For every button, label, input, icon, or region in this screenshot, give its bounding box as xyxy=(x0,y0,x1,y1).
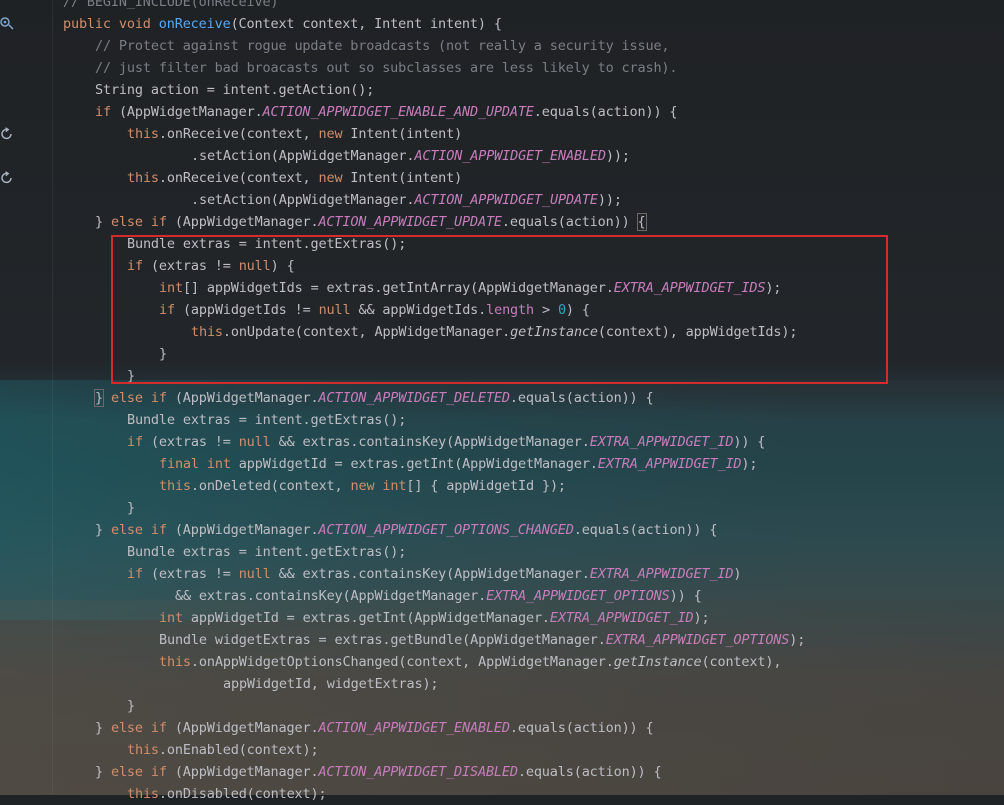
code-line[interactable]: if (AppWidgetManager.ACTION_APPWIDGET_EN… xyxy=(0,101,1004,123)
code-text: if (extras != null && extras.containsKey… xyxy=(127,434,766,450)
code-line[interactable]: && extras.containsKey(AppWidgetManager.E… xyxy=(0,585,1004,607)
code-text: this.onAppWidgetOptionsChanged(context, … xyxy=(159,654,782,670)
code-text: // Protect against rogue update broadcas… xyxy=(95,38,670,54)
code-text: && extras.containsKey(AppWidgetManager.E… xyxy=(175,588,702,604)
code-line[interactable]: } else if (AppWidgetManager.ACTION_APPWI… xyxy=(0,717,1004,739)
code-text: public void onReceive(Context context, I… xyxy=(63,16,502,32)
code-line[interactable]: final int appWidgetId = extras.getInt(Ap… xyxy=(0,453,1004,475)
code-line[interactable]: } else if (AppWidgetManager.ACTION_APPWI… xyxy=(0,211,1004,233)
code-line-comment[interactable]: // BEGIN_INCLUDE(onReceive) xyxy=(0,0,1004,13)
code-text: } else if (AppWidgetManager.ACTION_APPWI… xyxy=(95,213,647,231)
code-line[interactable]: Bundle extras = intent.getExtras(); xyxy=(0,541,1004,563)
code-text: this.onReceive(context, new Intent(inten… xyxy=(127,170,463,186)
code-line[interactable]: .setAction(AppWidgetManager.ACTION_APPWI… xyxy=(0,145,1004,167)
code-text: if (extras != null && extras.containsKey… xyxy=(127,566,742,582)
code-line[interactable]: this.onAppWidgetOptionsChanged(context, … xyxy=(0,651,1004,673)
code-text: Bundle extras = intent.getExtras(); xyxy=(127,544,407,560)
code-line[interactable]: String action = intent.getAction(); xyxy=(0,79,1004,101)
code-line[interactable]: public void onReceive(Context context, I… xyxy=(0,13,1004,35)
code-text: } else if (AppWidgetManager.ACTION_APPWI… xyxy=(95,764,662,780)
code-line[interactable]: } xyxy=(0,695,1004,717)
code-line[interactable]: // Protect against rogue update broadcas… xyxy=(0,35,1004,57)
code-line[interactable]: .setAction(AppWidgetManager.ACTION_APPWI… xyxy=(0,189,1004,211)
code-text: String action = intent.getAction(); xyxy=(95,82,375,98)
code-line[interactable]: this.onReceive(context, new Intent(inten… xyxy=(0,123,1004,145)
code-text: } else if (AppWidgetManager.ACTION_APPWI… xyxy=(94,389,654,407)
code-text: Bundle extras = intent.getExtras(); xyxy=(127,412,407,428)
code-text: .setAction(AppWidgetManager.ACTION_APPWI… xyxy=(191,192,622,208)
code-text: this.onDisabled(context); xyxy=(127,786,327,802)
code-editor[interactable]: // BEGIN_INCLUDE(onReceive)public void o… xyxy=(0,0,1004,805)
code-text: final int appWidgetId = extras.getInt(Ap… xyxy=(159,456,758,472)
code-line[interactable]: appWidgetId, widgetExtras); xyxy=(0,673,1004,695)
code-line[interactable]: this.onEnabled(context); xyxy=(0,739,1004,761)
code-text: } xyxy=(127,500,135,516)
code-line[interactable]: } else if (AppWidgetManager.ACTION_APPWI… xyxy=(0,519,1004,541)
code-line[interactable]: } else if (AppWidgetManager.ACTION_APPWI… xyxy=(0,761,1004,783)
code-text: // just filter bad broacasts out so subc… xyxy=(95,60,678,76)
code-text: int appWidgetId = extras.getInt(AppWidge… xyxy=(159,610,710,626)
code-text: appWidgetId, widgetExtras); xyxy=(223,676,439,692)
code-text: } else if (AppWidgetManager.ACTION_APPWI… xyxy=(95,522,718,538)
code-line[interactable]: } else if (AppWidgetManager.ACTION_APPWI… xyxy=(0,387,1004,409)
code-line[interactable]: Bundle widgetExtras = extras.getBundle(A… xyxy=(0,629,1004,651)
code-line[interactable]: if (extras != null && extras.containsKey… xyxy=(0,563,1004,585)
code-line[interactable]: } xyxy=(0,497,1004,519)
code-line[interactable]: if (extras != null && extras.containsKey… xyxy=(0,431,1004,453)
code-line[interactable]: this.onDeleted(context, new int[] { appW… xyxy=(0,475,1004,497)
code-text: this.onDeleted(context, new int[] { appW… xyxy=(159,478,566,494)
highlight-box xyxy=(111,235,888,384)
code-text: .setAction(AppWidgetManager.ACTION_APPWI… xyxy=(191,148,630,164)
code-text: this.onEnabled(context); xyxy=(127,742,319,758)
code-text: } else if (AppWidgetManager.ACTION_APPWI… xyxy=(95,720,654,736)
code-text: Bundle widgetExtras = extras.getBundle(A… xyxy=(159,632,806,648)
code-line[interactable]: // just filter bad broacasts out so subc… xyxy=(0,57,1004,79)
code-line[interactable]: Bundle extras = intent.getExtras(); xyxy=(0,409,1004,431)
code-line[interactable]: this.onReceive(context, new Intent(inten… xyxy=(0,167,1004,189)
code-text: this.onReceive(context, new Intent(inten… xyxy=(127,126,463,142)
code-text: } xyxy=(127,698,135,714)
code-text: // BEGIN_INCLUDE(onReceive) xyxy=(63,0,279,10)
code-line[interactable]: int appWidgetId = extras.getInt(AppWidge… xyxy=(0,607,1004,629)
code-text: if (AppWidgetManager.ACTION_APPWIDGET_EN… xyxy=(95,104,678,120)
code-line[interactable]: this.onDisabled(context); xyxy=(0,783,1004,805)
